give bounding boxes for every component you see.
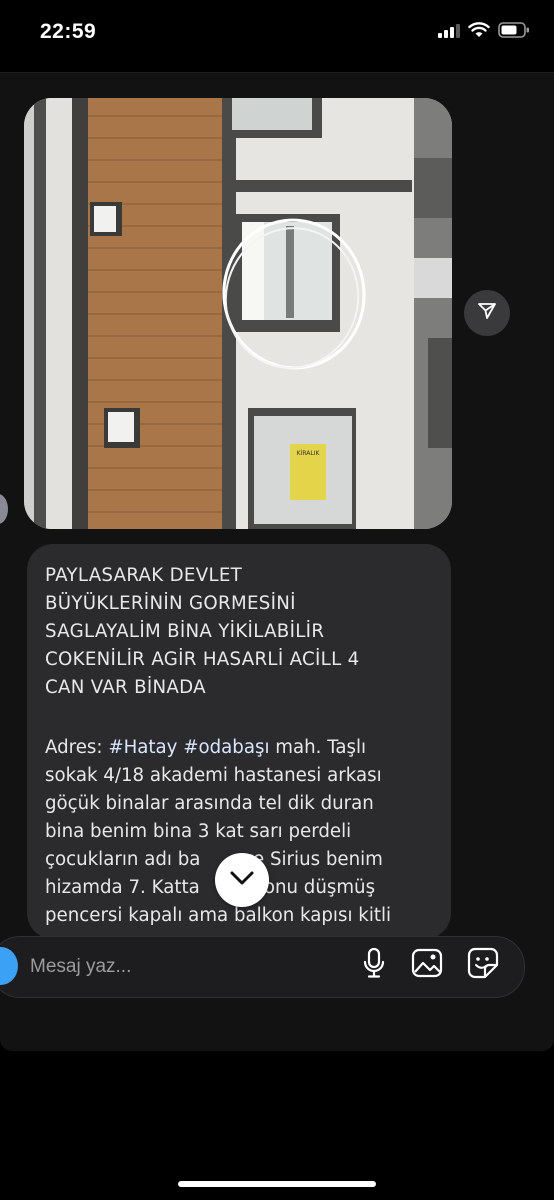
- home-indicator[interactable]: [178, 1181, 376, 1187]
- status-icons: [438, 22, 530, 42]
- microphone-button[interactable]: [356, 946, 392, 984]
- scroll-to-bottom-button[interactable]: [215, 853, 269, 907]
- send-icon: [476, 300, 498, 326]
- gallery-button[interactable]: [409, 946, 445, 984]
- message-caps-text: PAYLASARAK DEVLET BÜYÜKLERİNİN GORMESİNİ…: [45, 565, 360, 698]
- sticker-icon: [467, 947, 499, 983]
- wifi-icon: [468, 22, 490, 42]
- microphone-icon: [362, 947, 386, 983]
- status-bar: 22:59: [0, 0, 554, 66]
- chevron-down-icon: [229, 870, 255, 890]
- status-time: 22:59: [40, 20, 97, 43]
- hashtag-hatay[interactable]: #Hatay: [108, 737, 177, 758]
- building-photo: KİRALIK: [24, 98, 452, 529]
- photo-message[interactable]: KİRALIK: [24, 98, 452, 529]
- message-input[interactable]: Mesaj yaz...: [30, 956, 131, 978]
- address-prefix: Adres:: [45, 737, 109, 758]
- image-icon: [411, 948, 443, 982]
- cellular-signal-icon: [438, 23, 460, 42]
- share-button[interactable]: [464, 290, 510, 336]
- sticker-button[interactable]: [465, 946, 501, 984]
- hashtag-odabasi[interactable]: #odabaşı: [183, 737, 269, 758]
- battery-icon: [498, 22, 530, 42]
- for-rent-sign: KİRALIK: [297, 450, 321, 457]
